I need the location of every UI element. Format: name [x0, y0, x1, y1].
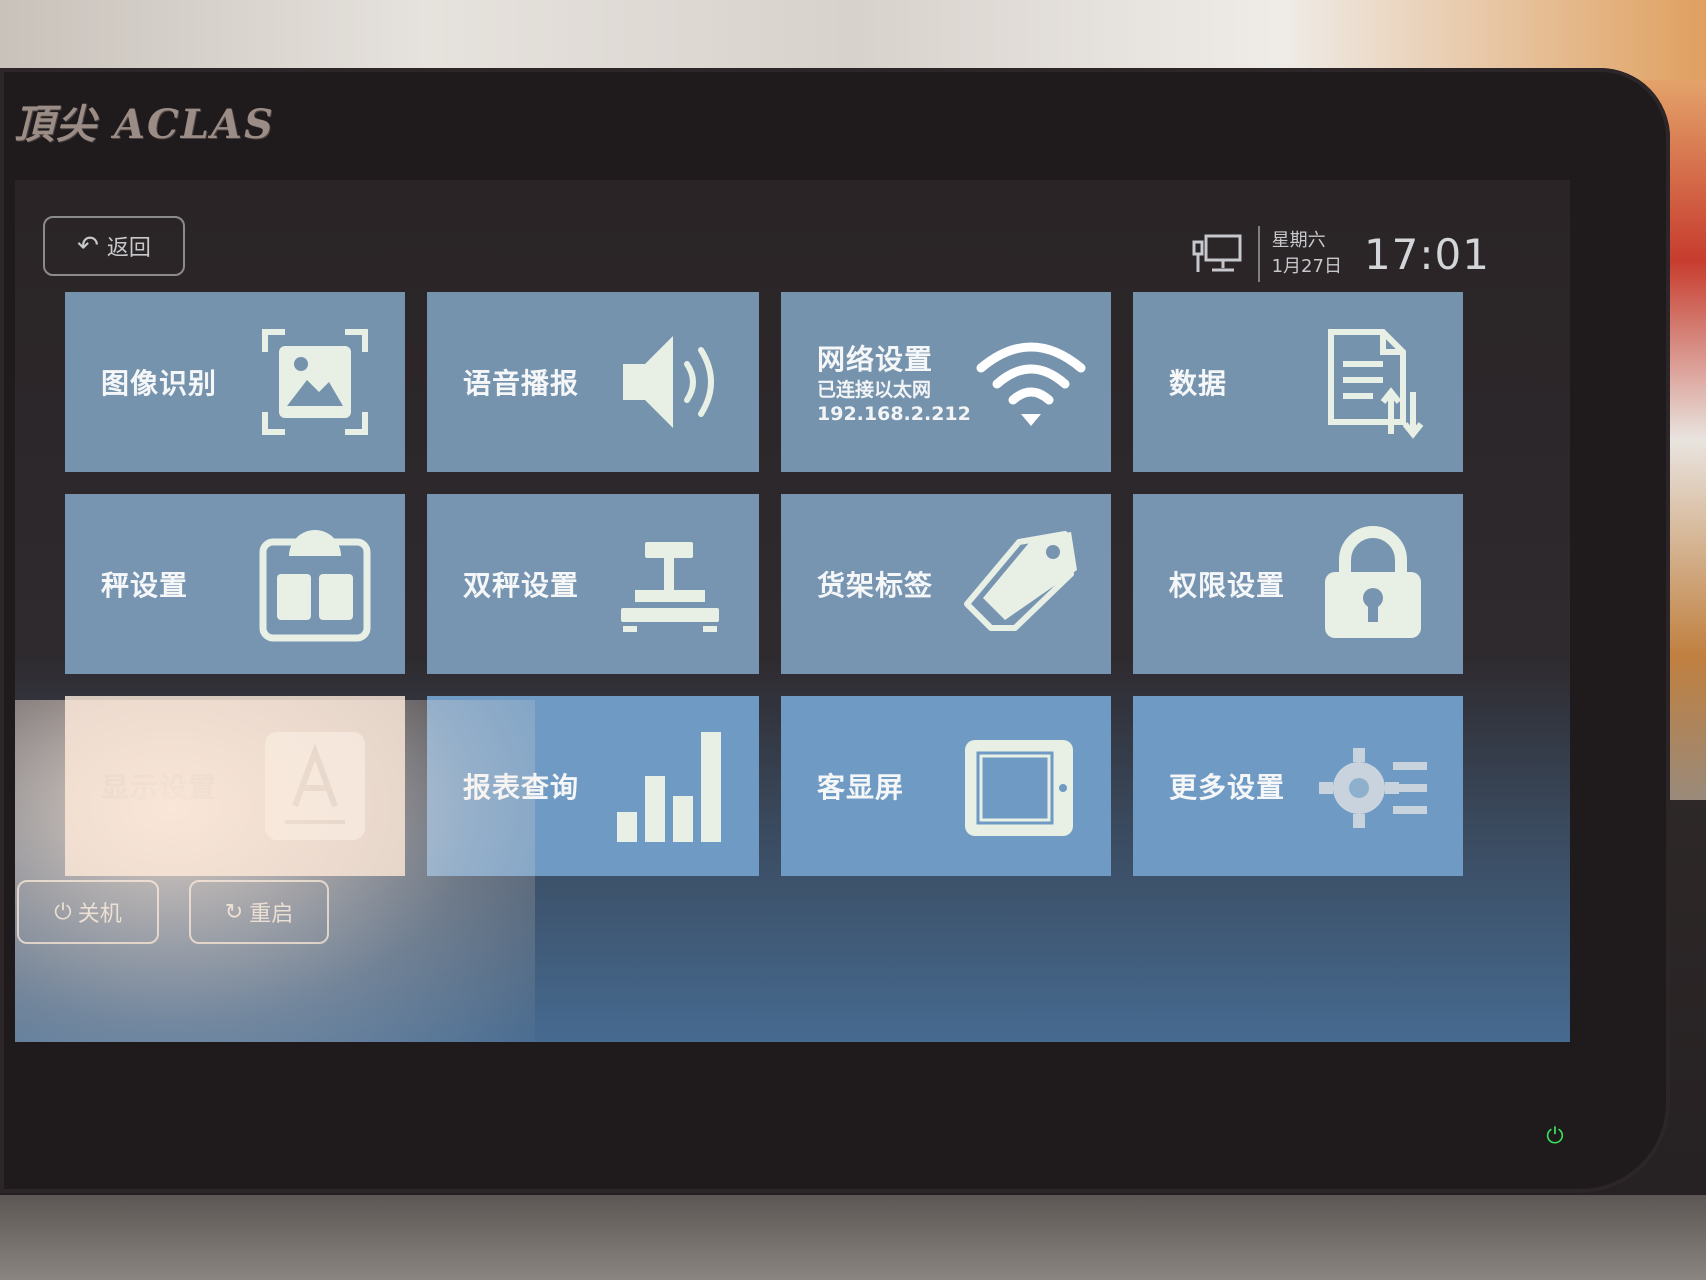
dual-scale-icon [621, 542, 719, 632]
wifi-icon [976, 342, 1086, 426]
clock: 17:01 [1363, 229, 1490, 279]
image-recognition-icon [262, 329, 368, 435]
tile-voice-broadcast[interactable]: 语音播报 [427, 292, 759, 472]
tile-label: 更多设置 [1169, 771, 1286, 804]
power-led-icon: ⏻ [1546, 1124, 1564, 1149]
back-button[interactable]: ↶ 返回 [43, 216, 185, 276]
gear-icon [1319, 748, 1427, 828]
network-status: 已连接以太网 [817, 379, 932, 401]
tile-image-recognition[interactable]: 图像识别 [65, 292, 405, 472]
network-text: 网络设置 已连接以太网 192.168.2.212 [817, 338, 971, 426]
tile-label: 语音播报 [463, 367, 580, 400]
tile-customer-display[interactable]: 客显屏 [781, 696, 1111, 876]
tile-scale-settings[interactable]: 秤设置 [65, 494, 405, 674]
lock-icon [1325, 526, 1421, 638]
tile-label: 显示设置 [101, 771, 218, 804]
back-arrow-icon: ↶ [77, 231, 99, 261]
date: 1月27日 [1271, 256, 1342, 277]
restart-label: 重启 [249, 902, 294, 927]
display-font-icon [265, 732, 365, 840]
brand-logo: 頂尖 ACLAS [14, 101, 275, 148]
tile-shelf-label[interactable]: 货架标签 [781, 494, 1111, 674]
restart-button[interactable]: ↻ 重启 [189, 880, 329, 944]
bottom-buttons: ⏻ 关机 ↻ 重启 [15, 880, 615, 960]
tile-label: 网络设置 [817, 343, 934, 376]
power-icon: ⏻ [54, 899, 72, 925]
customer-display-icon [965, 740, 1073, 836]
tile-label: 数据 [1169, 367, 1228, 400]
date-block: 星期六 1月27日 [1272, 228, 1342, 280]
tile-label: 报表查询 [463, 771, 580, 804]
status-divider [1257, 226, 1260, 282]
data-transfer-icon [1328, 329, 1424, 439]
tile-label: 双秤设置 [463, 569, 580, 602]
speaker-icon [623, 336, 714, 428]
status-area: 星期六 1月27日 17:01 [1192, 226, 1490, 282]
top-bar: ↶ 返回 星期六 1月27日 17:01 [15, 180, 1570, 290]
tile-dual-scale-settings[interactable]: 双秤设置 [427, 494, 759, 674]
touch-screen: ↶ 返回 星期六 1月27日 17:01 图像识别 语音播报 网络设置 已连接以… [15, 180, 1570, 1042]
tile-label: 秤设置 [101, 569, 189, 602]
settings-grid: 图像识别 语音播报 网络设置 已连接以太网 192.168.2.212 数据 秤… [65, 292, 1505, 876]
store-background-bottom [0, 1195, 1706, 1280]
weekday: 星期六 [1271, 230, 1326, 251]
back-label: 返回 [106, 236, 151, 261]
tile-more-settings[interactable]: 更多设置 [1133, 696, 1463, 876]
shutdown-label: 关机 [77, 902, 122, 927]
tile-label: 图像识别 [101, 367, 218, 400]
bar-chart-icon [617, 732, 721, 842]
restart-icon: ↻ [224, 899, 244, 925]
tile-label: 客显屏 [817, 771, 905, 804]
ethernet-icon [1192, 234, 1242, 272]
tile-display-settings[interactable]: 显示设置 [65, 696, 405, 876]
price-tag-icon [964, 531, 1077, 631]
tile-report-query[interactable]: 报表查询 [427, 696, 759, 876]
shutdown-button[interactable]: ⏻ 关机 [17, 880, 159, 944]
tile-data[interactable]: 数据 [1133, 292, 1463, 472]
tile-permission-settings[interactable]: 权限设置 [1133, 494, 1463, 674]
ip-address: 192.168.2.212 [817, 403, 971, 425]
tile-label: 权限设置 [1169, 569, 1286, 602]
tile-network-settings[interactable]: 网络设置 已连接以太网 192.168.2.212 [781, 292, 1111, 472]
tile-label: 货架标签 [817, 569, 934, 602]
scale-icon [259, 530, 371, 642]
